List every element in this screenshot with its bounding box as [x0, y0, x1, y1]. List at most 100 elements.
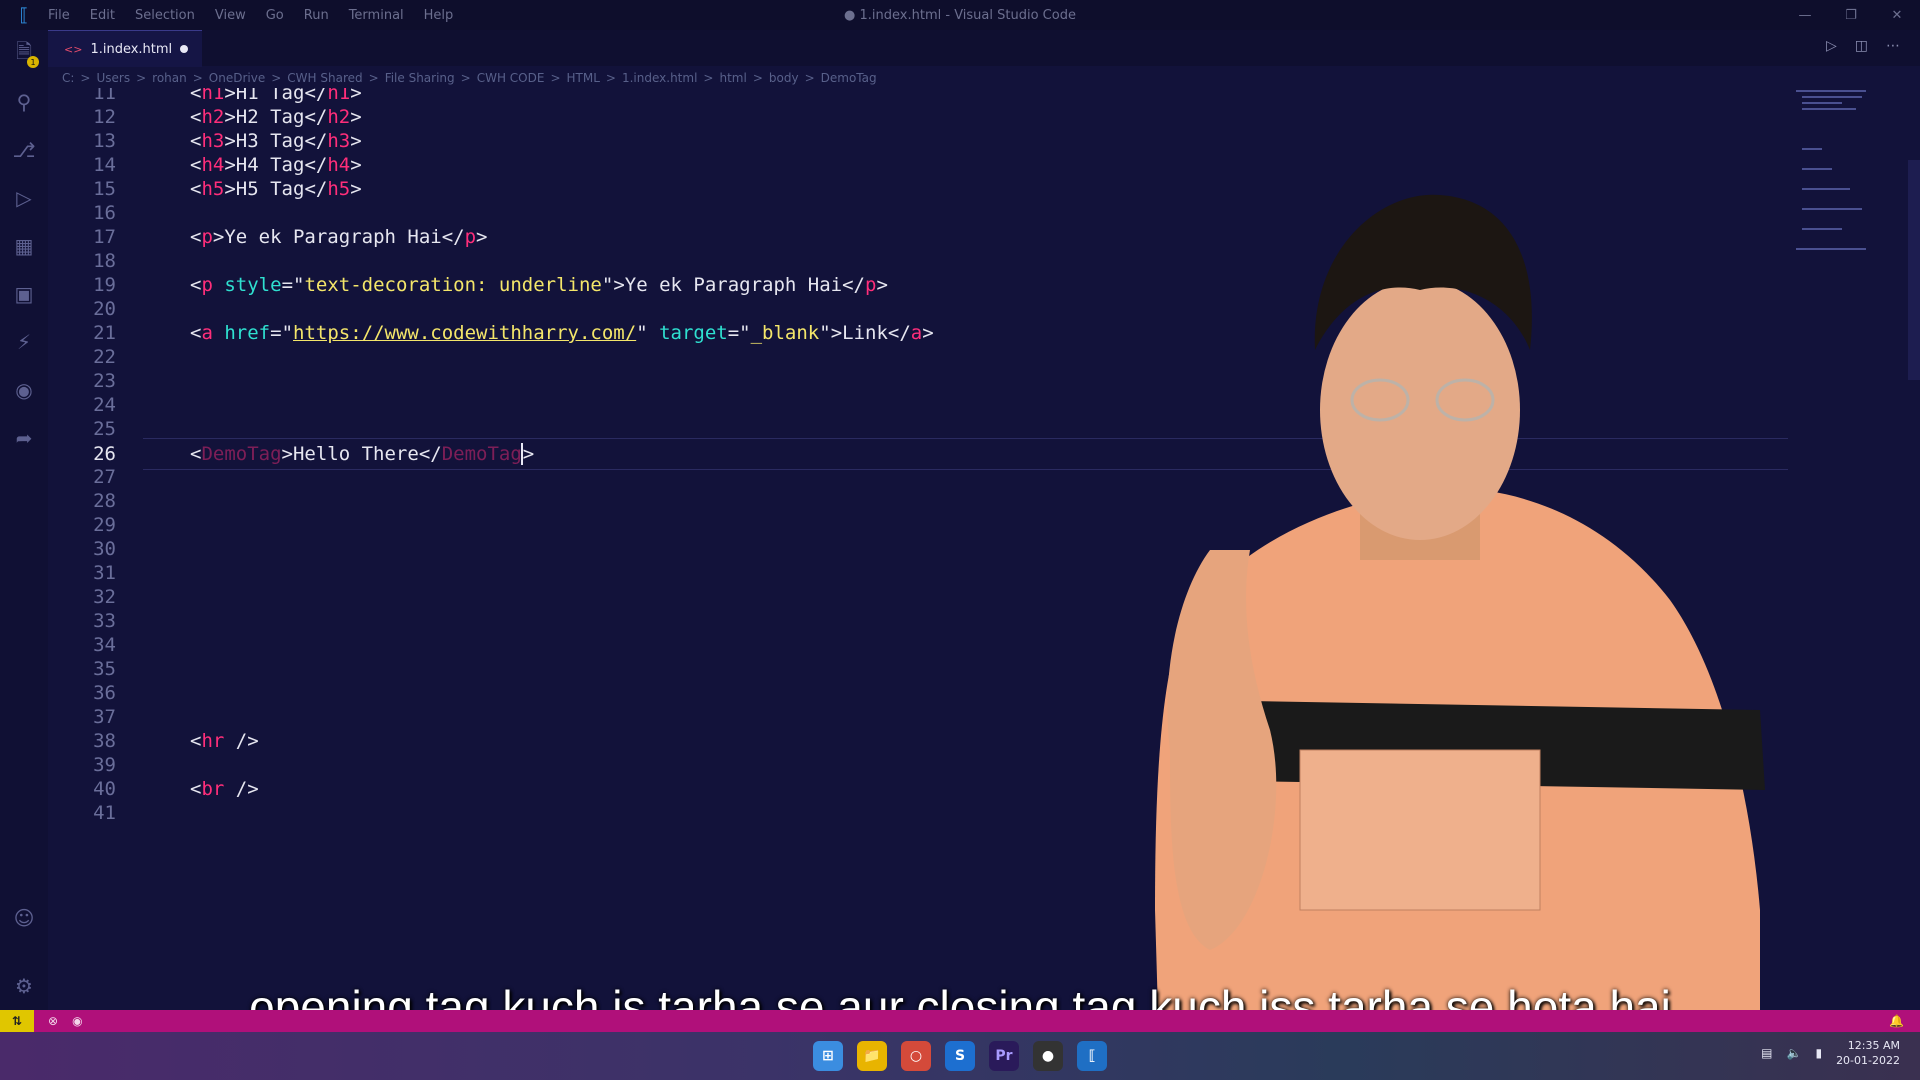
menu-terminal[interactable]: Terminal — [349, 8, 404, 23]
live-server-icon[interactable]: ◉ — [72, 1014, 82, 1028]
line-number: 28 — [93, 490, 116, 512]
minimize-icon[interactable]: — — [1782, 0, 1828, 30]
breadcrumb-item[interactable]: Users — [96, 71, 130, 85]
source-control-icon[interactable]: ⎇ — [0, 126, 48, 174]
code-text: <h2>H2 Tag</h2> — [190, 106, 362, 128]
breadcrumb-item[interactable]: DemoTag — [821, 71, 877, 85]
vscode-taskbar-icon[interactable]: ⟦ — [1077, 1041, 1107, 1071]
network-icon[interactable]: ▤ — [1761, 1046, 1772, 1060]
account-icon[interactable]: ☺ — [0, 894, 48, 942]
clock-date: 20-01-2022 — [1836, 1054, 1900, 1067]
code-text: <hr /> — [190, 730, 259, 752]
run-debug-icon[interactable]: ▷ — [0, 174, 48, 222]
line-number: 16 — [93, 202, 116, 224]
file-explorer-icon[interactable]: 📁 — [857, 1041, 887, 1071]
breadcrumb-item[interactable]: 1.index.html — [622, 71, 697, 85]
explorer-icon[interactable]: 🗎 1 — [0, 30, 48, 78]
tab-index-html[interactable]: <> 1.index.html — [48, 30, 203, 67]
status-bar: ⇅ ⊗ ◉ 🔔 — [0, 1010, 1920, 1032]
lightning-icon[interactable]: ⚡ — [0, 318, 48, 366]
breadcrumb-item[interactable]: C: — [62, 71, 74, 85]
line-number: 31 — [93, 562, 116, 584]
clock[interactable]: 12:35 AM 20-01-2022 — [1836, 1038, 1900, 1068]
breadcrumb-item[interactable]: OneDrive — [209, 71, 265, 85]
obs-icon[interactable]: ● — [1033, 1041, 1063, 1071]
extensions-icon[interactable]: ▦ — [0, 222, 48, 270]
line-number: 17 — [93, 226, 116, 248]
remote-indicator-icon[interactable]: ⇅ — [0, 1010, 34, 1032]
code-text: <br /> — [190, 778, 259, 800]
breadcrumb: C: > Users > rohan > OneDrive > CWH Shared > … — [62, 71, 877, 85]
line-number: 41 — [93, 802, 116, 824]
line-number: 18 — [93, 250, 116, 272]
line-number: 33 — [93, 610, 116, 632]
app-s-icon[interactable]: S — [945, 1041, 975, 1071]
system-tray: ▤ 🔈 ▮ 12:35 AM 20-01-2022 — [1761, 1038, 1900, 1068]
vscode-logo-icon: ⟦ — [19, 4, 29, 26]
live-share-icon[interactable]: ➦ — [0, 414, 48, 462]
remote-explorer-icon[interactable]: ▣ — [0, 270, 48, 318]
activity-bar: 🗎 1 ⚲ ⎇ ▷ ▦ ▣ ⚡ ◉ ➦ ☺ ⚙ — [0, 30, 48, 1010]
code-text: <p>Ye ek Paragraph Hai</p> — [190, 226, 488, 248]
breadcrumb-item[interactable]: CWH Shared — [287, 71, 362, 85]
tab-label: 1.index.html — [90, 41, 173, 57]
breadcrumb-item[interactable]: html — [719, 71, 746, 85]
premiere-pro-icon[interactable]: Pr — [989, 1041, 1019, 1071]
line-number: 32 — [93, 586, 116, 608]
run-file-icon[interactable]: ▷ — [1826, 38, 1837, 54]
more-actions-icon[interactable]: ⋯ — [1886, 38, 1900, 54]
search-icon[interactable]: ⚲ — [0, 78, 48, 126]
battery-icon[interactable]: ▮ — [1815, 1046, 1822, 1060]
restore-icon[interactable]: ❐ — [1828, 0, 1874, 30]
problems-icon[interactable]: ⊗ — [48, 1014, 58, 1028]
clock-time: 12:35 AM — [1847, 1039, 1900, 1052]
line-number: 22 — [93, 346, 116, 368]
unsaved-dot-icon[interactable] — [180, 45, 189, 53]
line-number: 30 — [93, 538, 116, 560]
line-number: 24 — [93, 394, 116, 416]
menu-go[interactable]: Go — [266, 8, 284, 23]
notifications-bell-icon[interactable]: 🔔 — [1889, 1014, 1904, 1028]
line-number: 20 — [93, 298, 116, 320]
menu-selection[interactable]: Selection — [135, 8, 195, 23]
code-text: <p style="text-decoration: underline">Ye… — [190, 274, 888, 296]
windows-taskbar: ⊞ 📁 ○ S Pr ● ⟦ ▤ 🔈 ▮ 12:35 AM 20-01-2022 — [0, 1032, 1920, 1080]
minimap[interactable] — [1796, 88, 1896, 288]
breadcrumb-item[interactable]: body — [769, 71, 799, 85]
line-number: 25 — [93, 418, 116, 440]
menu-edit[interactable]: Edit — [90, 8, 115, 23]
line-number: 13 — [93, 130, 116, 152]
title-bar: ⟦ File Edit Selection View Go Run Termin… — [0, 0, 1920, 30]
line-number: 37 — [93, 706, 116, 728]
menu-bar: File Edit Selection View Go Run Terminal… — [48, 8, 453, 23]
github-icon[interactable]: ◉ — [0, 366, 48, 414]
breadcrumb-item[interactable]: File Sharing — [385, 71, 455, 85]
line-number: 14 — [93, 154, 116, 176]
line-number: 23 — [93, 370, 116, 392]
window-controls: — ❐ ✕ — [1782, 0, 1920, 30]
line-number: 36 — [93, 682, 116, 704]
start-icon[interactable]: ⊞ — [813, 1041, 843, 1071]
code-text: <h3>H3 Tag</h3> — [190, 130, 362, 152]
html-file-icon: <> — [64, 42, 83, 56]
breadcrumb-item[interactable]: CWH CODE — [477, 71, 545, 85]
line-number: 21 — [93, 322, 116, 344]
line-number: 29 — [93, 514, 116, 536]
href-link[interactable]: https://www.codewithharry.com/ — [293, 322, 636, 344]
code-text: <h4>H4 Tag</h4> — [190, 154, 362, 176]
code-text: <h5>H5 Tag</h5> — [190, 178, 362, 200]
presenter-video-overlay — [1155, 194, 1765, 1080]
menu-file[interactable]: File — [48, 8, 70, 23]
close-icon[interactable]: ✕ — [1874, 0, 1920, 30]
split-editor-icon[interactable]: ◫ — [1855, 38, 1868, 54]
menu-view[interactable]: View — [215, 8, 246, 23]
breadcrumb-item[interactable]: HTML — [567, 71, 600, 85]
chrome-icon[interactable]: ○ — [901, 1041, 931, 1071]
volume-icon[interactable]: 🔈 — [1787, 1046, 1802, 1060]
line-number: 39 — [93, 754, 116, 776]
line-number: 27 — [93, 466, 116, 488]
menu-help[interactable]: Help — [424, 8, 454, 23]
breadcrumb-item[interactable]: rohan — [152, 71, 187, 85]
menu-run[interactable]: Run — [304, 8, 329, 23]
vertical-scrollbar[interactable] — [1908, 160, 1920, 380]
